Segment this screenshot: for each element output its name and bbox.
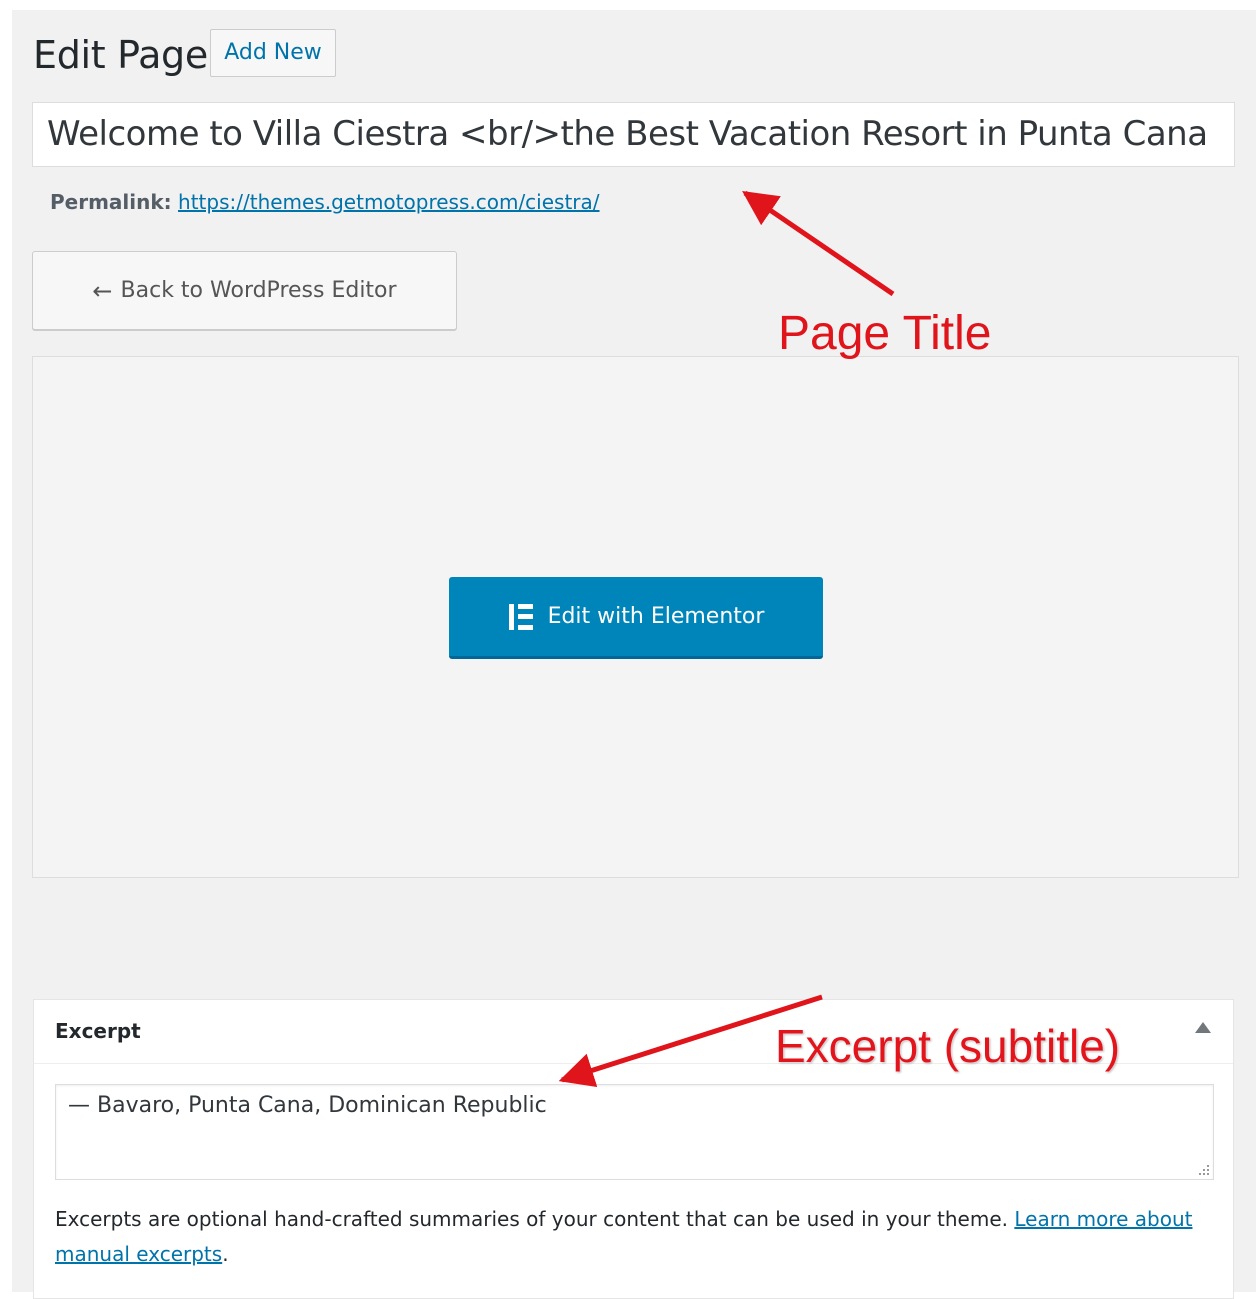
- triangle-up-icon[interactable]: [1195, 1022, 1211, 1033]
- post-title-input[interactable]: Welcome to Villa Ciestra <br/>the Best V…: [32, 102, 1235, 167]
- excerpt-title: Excerpt: [55, 1019, 141, 1043]
- back-to-wordpress-editor-button[interactable]: ← Back to WordPress Editor: [32, 251, 457, 330]
- back-button-label: Back to WordPress Editor: [120, 278, 397, 303]
- permalink-row: Permalink: https://themes.getmotopress.c…: [50, 188, 600, 216]
- excerpt-textarea[interactable]: — Bavaro, Punta Cana, Dominican Republic: [55, 1084, 1214, 1180]
- excerpt-help-body: Excerpts are optional hand-crafted summa…: [55, 1207, 1008, 1231]
- page-heading: Edit Page: [33, 33, 208, 77]
- excerpt-help-end: .: [222, 1242, 229, 1266]
- elementor-icon: [508, 603, 534, 630]
- arrow-left-icon: ←: [92, 276, 113, 305]
- permalink-link[interactable]: https://themes.getmotopress.com/ciestra/: [178, 190, 599, 214]
- elementor-editor-panel: Edit with Elementor: [32, 356, 1239, 878]
- elementor-button-label: Edit with Elementor: [547, 604, 765, 629]
- edit-with-elementor-button[interactable]: Edit with Elementor: [449, 577, 823, 659]
- excerpt-help-text: Excerpts are optional hand-crafted summa…: [55, 1202, 1215, 1272]
- permalink-label: Permalink:: [50, 190, 172, 214]
- excerpt-value: — Bavaro, Punta Cana, Dominican Republic: [68, 1093, 547, 1118]
- add-new-button[interactable]: Add New: [210, 29, 336, 77]
- excerpt-annotation: Excerpt (subtitle): [775, 1020, 1121, 1072]
- resize-handle-icon[interactable]: [1195, 1161, 1209, 1175]
- page-title-annotation: Page Title: [778, 307, 992, 360]
